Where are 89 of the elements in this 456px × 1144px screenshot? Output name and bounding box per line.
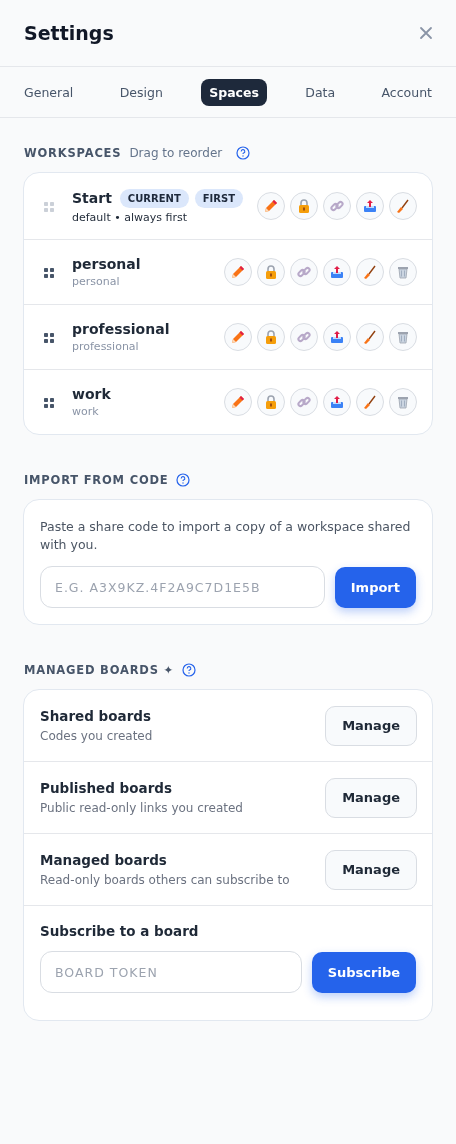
drag-handle-icon[interactable] [44, 330, 54, 344]
lock-icon [296, 198, 312, 214]
board-title: Published boards [40, 780, 173, 796]
export-button[interactable] [323, 388, 351, 416]
share-code-field[interactable]: E.G. A3X9KZ.4F2A9C7D1E5B [40, 566, 325, 608]
lock-button[interactable] [257, 323, 285, 351]
close-button[interactable] [418, 25, 434, 41]
workspace-name: professional [72, 321, 170, 337]
clear-button[interactable] [389, 192, 417, 220]
clear-button[interactable] [356, 323, 384, 351]
pencil-icon [230, 394, 246, 410]
link-icon [296, 329, 312, 345]
broom-icon [362, 329, 378, 345]
board-title: Shared boards [40, 708, 153, 724]
share-link-button[interactable] [290, 323, 318, 351]
tab[interactable]: Account [373, 78, 440, 106]
edit-button[interactable] [224, 323, 252, 351]
subscribe-title: Subscribe to a board [40, 923, 200, 939]
section-hint: Drag to reorder [129, 146, 223, 160]
status-badge: CURRENT [119, 188, 189, 208]
lock-button[interactable] [257, 388, 285, 416]
board-title: Managed boards [40, 852, 168, 868]
pencil-icon [263, 198, 279, 214]
clear-button[interactable] [356, 258, 384, 286]
lock-icon [263, 394, 279, 410]
import-button[interactable]: Import [334, 566, 416, 608]
share-link-button[interactable] [290, 388, 318, 416]
trash-icon [395, 329, 411, 345]
trash-icon [395, 264, 411, 280]
board-subtitle: Public read-only links you created [40, 801, 243, 815]
tab[interactable]: Design [111, 78, 171, 106]
tab[interactable]: Data [297, 78, 344, 106]
section-title: WORKSPACES [24, 146, 122, 160]
manage-button[interactable]: Manage [325, 849, 417, 890]
tab[interactable]: General [16, 78, 82, 106]
lock-button[interactable] [290, 192, 318, 220]
workspace-name: personal [72, 256, 141, 272]
workspace-subtitle: default • always first [72, 210, 188, 224]
delete-button[interactable] [389, 258, 417, 286]
drag-handle-icon[interactable] [44, 265, 54, 279]
board-token-field[interactable]: BOARD TOKEN [40, 951, 302, 993]
manage-button[interactable]: Manage [325, 705, 417, 746]
section-title: IMPORT FROM CODE [24, 473, 169, 487]
status-badge: FIRST [194, 188, 243, 208]
outbox-icon [329, 394, 345, 410]
help-icon[interactable] [181, 663, 196, 677]
tab[interactable]: Spaces [201, 78, 267, 106]
drag-handle-icon[interactable] [44, 199, 54, 213]
broom-icon [362, 394, 378, 410]
workspace-subtitle: professional [72, 340, 140, 353]
subscribe-button[interactable]: Subscribe [311, 951, 416, 993]
section-title: MANAGED BOARDS ✦ [24, 663, 174, 677]
link-icon [296, 394, 312, 410]
trash-icon [395, 394, 411, 410]
broom-icon [362, 264, 378, 280]
edit-button[interactable] [257, 192, 285, 220]
drag-handle-icon[interactable] [44, 395, 54, 409]
workspace-name: Start [72, 190, 112, 206]
export-button[interactable] [356, 192, 384, 220]
delete-button[interactable] [389, 388, 417, 416]
outbox-icon [329, 264, 345, 280]
edit-button[interactable] [224, 258, 252, 286]
lock-button[interactable] [257, 258, 285, 286]
outbox-icon [362, 198, 378, 214]
share-link-button[interactable] [323, 192, 351, 220]
manage-button[interactable]: Manage [325, 777, 417, 818]
help-icon[interactable] [236, 146, 251, 160]
workspace-subtitle: work [72, 405, 100, 418]
clear-button[interactable] [356, 388, 384, 416]
delete-button[interactable] [389, 323, 417, 351]
lock-icon [263, 264, 279, 280]
edit-button[interactable] [224, 388, 252, 416]
board-subtitle: Codes you created [40, 729, 153, 743]
help-icon[interactable] [176, 473, 191, 487]
workspace-subtitle: personal [72, 275, 121, 288]
export-button[interactable] [323, 258, 351, 286]
export-button[interactable] [323, 323, 351, 351]
link-icon [329, 198, 345, 214]
pencil-icon [230, 329, 246, 345]
workspace-name: work [72, 386, 111, 402]
pencil-icon [230, 264, 246, 280]
broom-icon [395, 198, 411, 214]
import-description: Paste a share code to import a copy of a workspace shared with you. [40, 518, 412, 554]
link-icon [296, 264, 312, 280]
outbox-icon [329, 329, 345, 345]
window-title: Settings [24, 22, 114, 44]
board-subtitle: Read-only boards others can subscribe to [40, 873, 290, 887]
share-link-button[interactable] [290, 258, 318, 286]
lock-icon [263, 329, 279, 345]
